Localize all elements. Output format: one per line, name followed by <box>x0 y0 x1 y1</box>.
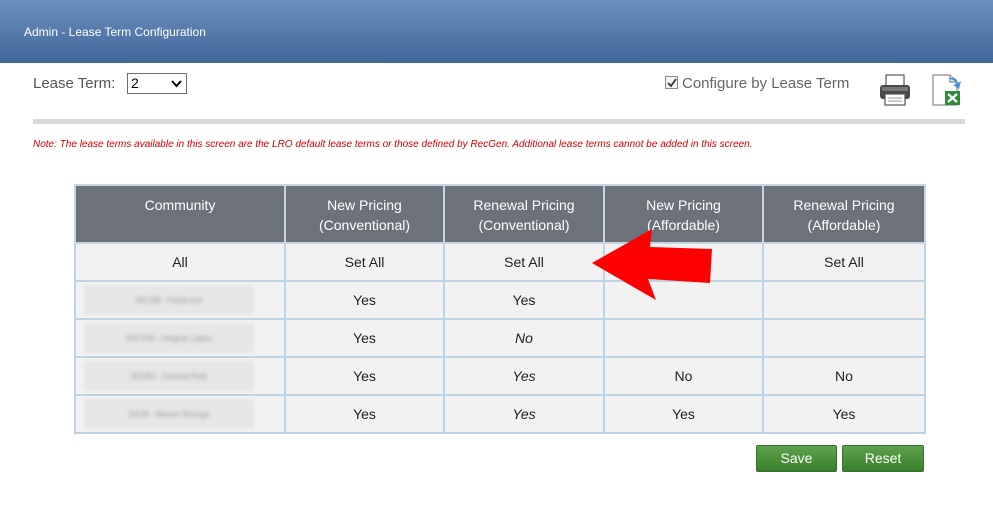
pricing-toggle-cell[interactable]: Yes <box>443 356 605 396</box>
configure-label: Configure by Lease Term <box>682 75 850 92</box>
community-cell: 00CB - Mason Shuvge <box>74 394 286 434</box>
community-name: 00CT00 - Heights Lakes <box>125 333 213 343</box>
community-cell: 00CT00 - Heights Lakes <box>74 318 286 358</box>
set-all-button[interactable]: Set All <box>762 242 926 282</box>
table-row: 00CB - Mason Shuvge Yes Yes Yes Yes <box>74 394 926 434</box>
header-line: (Conventional) <box>478 217 570 233</box>
table-header-row: Community New Pricing (Conventional) Ren… <box>74 184 926 244</box>
community-name-blurred: 00CAB - Fieldcrest <box>84 285 254 315</box>
community-cell: 00CB0 - Central Park <box>74 356 286 396</box>
note-text: Note: The lease terms available in this … <box>33 139 753 150</box>
lease-term-select[interactable]: 2 <box>127 73 187 94</box>
title-bar: Admin - Lease Term Configuration <box>0 0 993 63</box>
pricing-toggle-cell[interactable] <box>762 280 926 320</box>
excel-export-icon[interactable] <box>930 73 964 107</box>
set-all-button[interactable]: Set All <box>443 242 605 282</box>
pricing-toggle-cell[interactable]: Yes <box>284 318 445 358</box>
pricing-toggle-cell[interactable]: Yes <box>284 356 445 396</box>
column-header-renewal-pricing-conventional: Renewal Pricing (Conventional) <box>443 184 605 244</box>
pricing-toggle-cell[interactable]: No <box>603 356 764 396</box>
header-line: Community <box>144 197 216 213</box>
lease-term-value: 2 <box>131 75 139 91</box>
community-name-blurred: 00CT00 - Heights Lakes <box>84 323 254 353</box>
pricing-toggle-cell[interactable]: Yes <box>443 280 605 320</box>
configure-by-lease-term[interactable]: Configure by Lease Term <box>665 75 849 92</box>
header-line: (Conventional) <box>318 217 411 233</box>
header-line: Renewal Pricing <box>793 197 895 213</box>
table-row: 00CT00 - Heights Lakes Yes No <box>74 318 926 358</box>
save-button[interactable]: Save <box>756 445 837 472</box>
community-cell: 00CAB - Fieldcrest <box>74 280 286 320</box>
reset-button[interactable]: Reset <box>842 445 924 472</box>
pricing-toggle-cell[interactable]: Yes <box>603 394 764 434</box>
pricing-toggle-cell[interactable]: No <box>443 318 605 358</box>
community-name: 00CB - Mason Shuvge <box>128 409 210 419</box>
pricing-toggle-cell[interactable]: Yes <box>284 394 445 434</box>
printer-icon[interactable] <box>878 74 912 106</box>
column-header-community: Community <box>74 184 286 244</box>
pricing-toggle-cell[interactable] <box>762 318 926 358</box>
column-header-renewal-pricing-affordable: Renewal Pricing (Affordable) <box>762 184 926 244</box>
lease-term-label: Lease Term: <box>33 75 116 92</box>
chevron-down-icon <box>171 80 182 88</box>
column-header-new-pricing-conventional: New Pricing (Conventional) <box>284 184 445 244</box>
divider <box>33 119 965 124</box>
all-row: All Set All Set All Set All Set All <box>74 242 926 282</box>
page-title: Admin - Lease Term Configuration <box>24 25 206 39</box>
community-name: 00CB0 - Central Park <box>130 371 208 381</box>
lease-term-table: Community New Pricing (Conventional) Ren… <box>74 184 926 434</box>
table-row: 00CAB - Fieldcrest Yes Yes <box>74 280 926 320</box>
community-name: 00CAB - Fieldcrest <box>135 295 203 305</box>
community-name-blurred: 00CB - Mason Shuvge <box>84 399 254 429</box>
checkmark-icon <box>667 78 677 88</box>
header-line: Renewal Pricing <box>473 197 575 213</box>
table-row: 00CB0 - Central Park Yes Yes No No <box>74 356 926 396</box>
all-label: All <box>74 242 286 282</box>
red-arrow-annotation <box>592 229 712 300</box>
pricing-toggle-cell[interactable]: Yes <box>284 280 445 320</box>
header-line: (Affordable) <box>807 217 881 233</box>
configure-checkbox[interactable] <box>665 76 678 89</box>
pricing-toggle-cell[interactable]: No <box>762 356 926 396</box>
pricing-toggle-cell[interactable]: Yes <box>443 394 605 434</box>
set-all-button[interactable]: Set All <box>284 242 445 282</box>
pricing-toggle-cell[interactable] <box>603 318 764 358</box>
pricing-toggle-cell[interactable]: Yes <box>762 394 926 434</box>
header-line: New Pricing <box>327 197 402 213</box>
header-line: New Pricing <box>646 197 721 213</box>
community-name-blurred: 00CB0 - Central Park <box>84 361 254 391</box>
